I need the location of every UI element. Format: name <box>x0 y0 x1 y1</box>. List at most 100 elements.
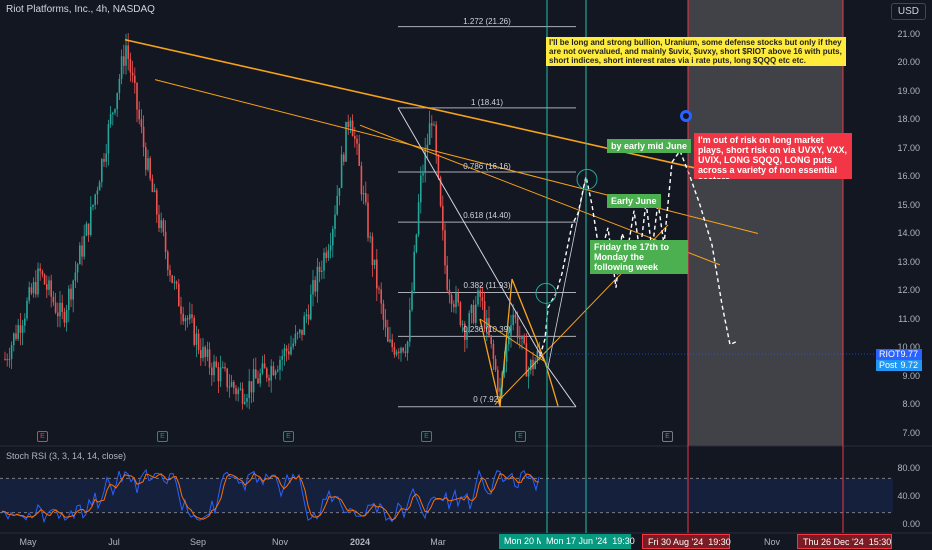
candle-body <box>475 304 477 323</box>
candle-body <box>147 158 149 170</box>
note-yellow[interactable]: I'll be long and strong bullion, Uranium… <box>546 37 846 66</box>
candle-body <box>497 369 499 392</box>
candle-body <box>521 335 523 339</box>
y-tick: 21.00 <box>897 29 920 39</box>
currency-button[interactable]: USD <box>890 3 926 20</box>
candle-body <box>162 220 165 232</box>
candle-body <box>334 214 336 229</box>
candle-body <box>270 366 272 381</box>
candle-body <box>263 363 266 369</box>
candle-body <box>65 309 68 323</box>
note-green-early-june[interactable]: Early June <box>607 194 661 208</box>
candle-body <box>164 231 167 252</box>
x-tick-2024: 2024 <box>349 537 371 547</box>
candle-body <box>492 343 495 360</box>
candle-body <box>129 59 132 73</box>
candle-body <box>142 126 145 148</box>
candle-body <box>255 369 257 379</box>
candle-body <box>182 313 184 322</box>
candle-body <box>50 280 52 297</box>
candle-body <box>230 381 233 387</box>
note-green-early-mid-june[interactable]: by early mid June <box>607 139 692 153</box>
x-tick-jul: Jul <box>108 537 120 547</box>
candle-body <box>8 358 11 361</box>
candle-body <box>195 333 198 345</box>
candle-body <box>283 348 286 357</box>
earnings-marker[interactable]: E <box>662 431 673 442</box>
candle-body <box>373 259 376 266</box>
candle-body <box>246 397 248 402</box>
candle-body <box>290 346 292 355</box>
earnings-marker[interactable]: E <box>421 431 432 442</box>
earnings-marker[interactable]: E <box>515 431 526 442</box>
candle-body <box>481 296 484 302</box>
candle-body <box>173 281 176 283</box>
note-red[interactable]: I'm out of risk on long market plays, sh… <box>694 133 852 179</box>
candle-body <box>87 223 90 235</box>
candle-body <box>420 175 422 203</box>
location-pin-icon[interactable] <box>680 110 692 122</box>
candle-body <box>453 304 455 308</box>
candle-body <box>479 290 481 297</box>
candle-body <box>178 283 180 307</box>
candle-body <box>4 358 6 360</box>
candle-body <box>109 114 112 125</box>
candle-body <box>28 287 30 301</box>
candle-body <box>514 314 517 318</box>
candle-body <box>404 351 407 353</box>
earnings-marker[interactable]: E <box>157 431 168 442</box>
candle-body <box>376 259 378 289</box>
x-tick-sep: Sep <box>189 537 207 547</box>
candle-body <box>90 206 92 235</box>
candle-body <box>519 337 521 339</box>
candle-body <box>435 124 437 156</box>
candle-body <box>384 319 387 328</box>
fib-label-0618: 0.618 (14.40) <box>463 211 511 220</box>
candle-body <box>431 123 433 126</box>
candle-body <box>380 289 382 304</box>
stoch-rsi-label[interactable]: Stoch RSI (3, 3, 14, 14, close) <box>6 451 126 461</box>
earnings-marker[interactable]: E <box>37 431 48 442</box>
candle-body <box>202 346 204 359</box>
x-tick-may: May <box>19 537 37 547</box>
candle-body <box>43 274 46 285</box>
rsi-tick: 80.00 <box>897 463 920 473</box>
candle-body <box>301 329 303 335</box>
candle-body <box>74 272 77 281</box>
candle-body <box>241 388 244 404</box>
candle-body <box>389 339 391 342</box>
candle-body <box>354 136 356 139</box>
candle-body <box>79 245 81 265</box>
candle-body <box>444 230 446 266</box>
candle-body <box>224 366 226 369</box>
candle-body <box>296 332 299 334</box>
candle-body <box>68 288 70 310</box>
candle-body <box>523 335 525 344</box>
candle-body <box>169 269 171 276</box>
y-tick: 20.00 <box>897 57 920 67</box>
candle-body <box>422 173 424 176</box>
candle-body <box>233 381 235 388</box>
candle-body <box>191 314 193 318</box>
candle-body <box>228 386 231 388</box>
candle-body <box>235 387 237 395</box>
candle-body <box>318 266 321 272</box>
earnings-marker[interactable]: E <box>283 431 294 442</box>
candle-body <box>250 381 253 393</box>
candle-body <box>145 147 147 170</box>
candle-body <box>213 361 215 376</box>
note-green-friday-17th[interactable]: Friday the 17th to Monday the following … <box>590 240 688 274</box>
y-tick: 12.00 <box>897 285 920 295</box>
y-tick: 7.00 <box>902 428 920 438</box>
candle-body <box>457 293 459 303</box>
x-tag-mon-20-may: Mon 20 M <box>499 534 544 549</box>
candle-body <box>490 335 492 344</box>
candle-body <box>244 401 246 404</box>
price-chart[interactable] <box>0 0 932 550</box>
candle-body <box>131 72 134 76</box>
candle-body <box>395 351 398 355</box>
candle-body <box>140 119 143 127</box>
candle-body <box>59 302 61 317</box>
y-tick: 11.00 <box>898 314 920 324</box>
candle-body <box>325 252 327 258</box>
